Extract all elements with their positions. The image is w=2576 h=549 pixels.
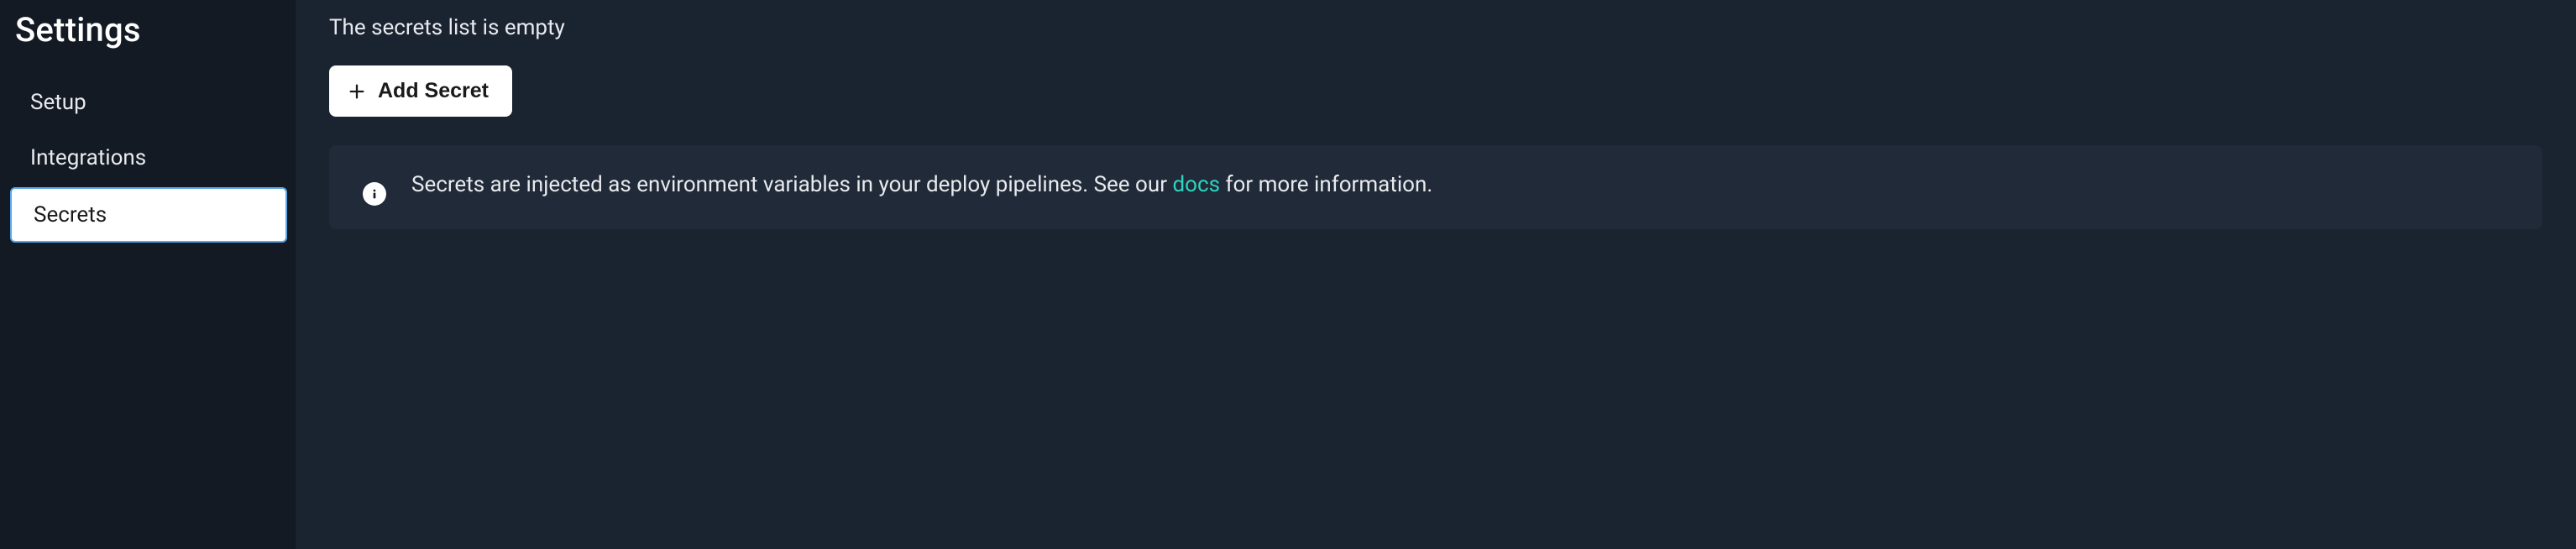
info-icon (363, 182, 386, 206)
info-text: Secrets are injected as environment vari… (411, 169, 1432, 201)
main-content: The secrets list is empty Add Secret Sec… (296, 0, 2576, 549)
info-callout: Secrets are injected as environment vari… (329, 145, 2542, 229)
sidebar-title: Settings (0, 10, 296, 76)
add-secret-button[interactable]: Add Secret (329, 65, 512, 117)
sidebar-item-integrations[interactable]: Integrations (8, 132, 287, 184)
empty-state-text: The secrets list is empty (329, 15, 2542, 40)
docs-link[interactable]: docs (1172, 172, 1220, 197)
settings-sidebar: Settings Setup Integrations Secrets (0, 0, 296, 549)
plus-icon (348, 82, 366, 101)
add-secret-button-label: Add Secret (378, 79, 489, 103)
sidebar-item-setup[interactable]: Setup (8, 76, 287, 128)
info-text-before: Secrets are injected as environment vari… (411, 172, 1172, 197)
sidebar-item-secrets[interactable]: Secrets (10, 187, 287, 243)
info-text-after: for more information. (1220, 172, 1432, 197)
